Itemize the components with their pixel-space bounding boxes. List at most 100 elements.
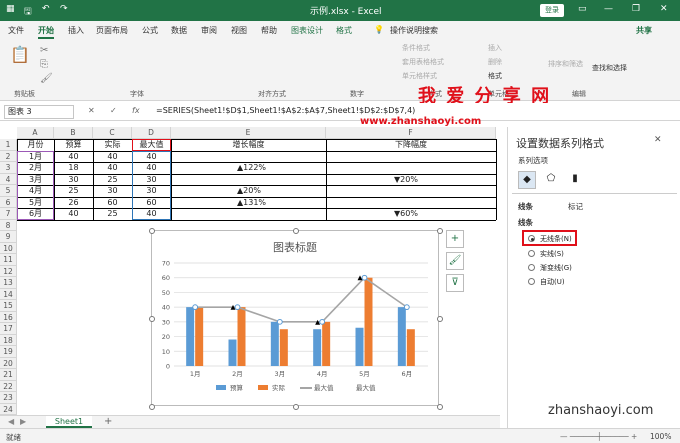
fill-line-icon[interactable]: ◆ <box>518 171 536 189</box>
table-cell[interactable]: ▲20% <box>171 185 326 197</box>
line-section-header[interactable]: 线条 <box>518 217 533 228</box>
bar-预算[interactable] <box>228 339 237 366</box>
column-header-e[interactable]: E <box>171 127 326 139</box>
formula-input[interactable]: =SERIES(Sheet1!$D$1,Sheet1!$A$2:$A$7,She… <box>156 106 415 115</box>
row-header-23[interactable]: 23 <box>0 392 17 404</box>
y-tick-label[interactable]: 30 <box>162 318 170 326</box>
name-box[interactable]: 图表 3 <box>4 105 74 119</box>
radio-solid-line[interactable] <box>528 250 535 257</box>
row-header-3[interactable]: 3 <box>0 162 17 174</box>
fx-icon[interactable]: fx <box>132 106 140 115</box>
resize-handle[interactable] <box>149 316 155 322</box>
column-header-b[interactable]: B <box>54 127 93 139</box>
option-solid-line[interactable]: 实线(S) <box>540 249 564 259</box>
tab-help[interactable]: 帮助 <box>261 25 277 36</box>
paste-icon[interactable]: 📋 <box>10 45 30 64</box>
cut-icon[interactable]: ✂ <box>40 45 48 56</box>
effects-icon[interactable]: ⬠ <box>542 171 560 189</box>
undo-icon[interactable]: ↶ <box>42 4 50 14</box>
sheet-tab-sheet1[interactable]: Sheet1 <box>46 416 92 428</box>
row-header-1[interactable]: 1 <box>0 139 17 151</box>
bar-实际[interactable] <box>322 321 331 366</box>
resize-handle[interactable] <box>149 404 155 410</box>
y-tick-label[interactable]: 70 <box>162 260 170 268</box>
radio-gradient-line[interactable] <box>528 264 535 271</box>
bar-预算[interactable] <box>186 307 195 366</box>
find-select-button[interactable]: 查找和选择 <box>592 63 627 73</box>
y-tick-label[interactable]: 20 <box>162 333 170 341</box>
y-tick-label[interactable]: 60 <box>162 274 170 282</box>
table-header-cell[interactable]: 增长幅度 <box>171 139 326 151</box>
y-tick-label[interactable]: 10 <box>162 348 170 356</box>
x-tick-label[interactable]: 5月 <box>359 370 370 378</box>
legend-label-extra[interactable]: 最大值 <box>356 383 376 392</box>
table-cell[interactable]: ▼20% <box>326 174 496 186</box>
chart-elements-button[interactable]: + <box>446 230 464 248</box>
ribbon-display-icon[interactable]: ▭ <box>578 4 587 14</box>
cell-styles-button[interactable]: 单元格样式 <box>402 71 437 81</box>
insert-cells-button[interactable]: 插入 <box>488 43 502 53</box>
column-header-c[interactable]: C <box>93 127 132 139</box>
tab-home[interactable]: 开始 <box>38 25 54 39</box>
row-header-6[interactable]: 6 <box>0 196 17 208</box>
data-marker-label[interactable]: ▲ <box>231 303 236 311</box>
table-cell[interactable]: ▲131% <box>171 197 326 209</box>
option-auto-line[interactable]: 自动(U) <box>540 277 565 287</box>
add-sheet-button[interactable]: + <box>104 416 112 427</box>
resize-handle[interactable] <box>149 228 155 234</box>
tab-formulas[interactable]: 公式 <box>142 25 158 36</box>
delete-cells-button[interactable]: 删除 <box>488 57 502 67</box>
table-header-cell[interactable]: 月份 <box>17 139 54 151</box>
line-point-handle[interactable] <box>276 318 283 325</box>
row-header-7[interactable]: 7 <box>0 208 17 220</box>
x-tick-label[interactable]: 1月 <box>190 370 201 378</box>
tab-page-layout[interactable]: 页面布局 <box>96 25 128 36</box>
bar-实际[interactable] <box>237 307 246 366</box>
row-header-9[interactable]: 9 <box>0 231 17 243</box>
line-series-max[interactable] <box>195 276 408 323</box>
table-header-cell[interactable]: 预算 <box>54 139 93 151</box>
column-header-d[interactable]: D <box>132 127 171 139</box>
row-header-18[interactable]: 18 <box>0 334 17 346</box>
table-cell[interactable]: 40 <box>54 151 93 163</box>
redo-icon[interactable]: ↷ <box>60 4 68 14</box>
x-tick-label[interactable]: 3月 <box>275 370 286 378</box>
bar-实际[interactable] <box>279 329 288 366</box>
x-tick-label[interactable]: 4月 <box>317 370 328 378</box>
table-cell[interactable]: 40 <box>93 162 132 174</box>
chart-area[interactable]: 图表标题 0 10 20 30 40 50 60 70 1月 2月 3月 4月 5月 6月 ▲ ▲ ▲ 预算 实际最… <box>149 228 443 410</box>
panel-close-icon[interactable]: ✕ <box>654 135 662 145</box>
bar-实际[interactable] <box>195 307 204 366</box>
row-header-20[interactable]: 20 <box>0 357 17 369</box>
copy-icon[interactable]: ⎘ <box>40 59 48 70</box>
data-marker-label[interactable]: ▲ <box>315 318 320 326</box>
legend-swatch[interactable] <box>216 385 226 390</box>
legend-swatch[interactable] <box>258 385 268 390</box>
tab-data[interactable]: 数据 <box>171 25 187 36</box>
sort-filter-button[interactable]: 排序和筛选 <box>548 59 583 69</box>
table-cell[interactable]: ▼60% <box>326 208 496 220</box>
login-button[interactable]: 登录 <box>540 4 564 17</box>
tab-insert[interactable]: 插入 <box>68 25 84 36</box>
resize-handle[interactable] <box>437 404 443 410</box>
row-header-16[interactable]: 16 <box>0 311 17 323</box>
table-cell[interactable]: 30 <box>93 185 132 197</box>
bar-实际[interactable] <box>364 277 373 366</box>
table-header-cell[interactable]: 实际 <box>93 139 132 151</box>
row-header-14[interactable]: 14 <box>0 288 17 300</box>
option-no-line[interactable]: 无线条(N) <box>540 234 572 244</box>
next-sheet-icon[interactable]: ▶ <box>20 417 26 426</box>
row-header-12[interactable]: 12 <box>0 265 17 277</box>
resize-handle[interactable] <box>293 228 299 234</box>
tab-review[interactable]: 审阅 <box>201 25 217 36</box>
line-point-handle[interactable] <box>361 274 368 281</box>
resize-handle[interactable] <box>437 228 443 234</box>
row-header-22[interactable]: 22 <box>0 380 17 392</box>
row-header-13[interactable]: 13 <box>0 277 17 289</box>
series-options-icon[interactable]: ▮ <box>566 171 584 189</box>
row-header-11[interactable]: 11 <box>0 254 17 266</box>
legend-label[interactable]: 最大值 <box>314 383 334 392</box>
y-tick-label[interactable]: 40 <box>162 304 170 312</box>
row-header-19[interactable]: 19 <box>0 346 17 358</box>
table-cell[interactable]: 40 <box>54 208 93 220</box>
